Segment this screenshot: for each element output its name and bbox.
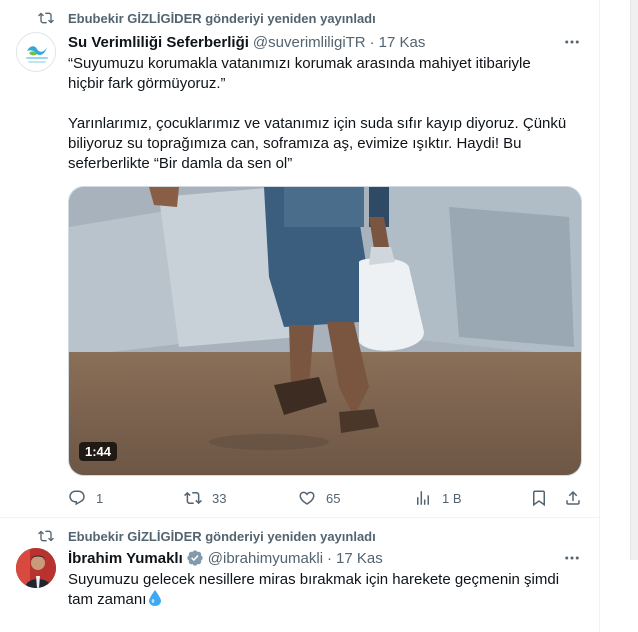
tweet-header: İbrahim Yumaklı @ibrahimyumakli · 17 Kas (68, 548, 383, 568)
reply-count: 1 (96, 490, 104, 506)
timestamp[interactable]: 17 Kas (336, 550, 383, 567)
logo-icon (26, 46, 48, 63)
more-button[interactable] (562, 548, 582, 568)
separator-dot: · (369, 33, 375, 51)
author-name[interactable]: İbrahim Yumaklı (68, 550, 183, 567)
action-bar: 1 33 65 1 B (68, 488, 582, 508)
more-icon (565, 40, 579, 44)
tweet-text: “Suyumuzu korumakla vatanımızı korumak a… (68, 54, 568, 174)
text-line: seferberlikte “Bir damla da sen ol” (68, 155, 293, 172)
reply-button[interactable]: 1 (68, 488, 103, 508)
repost-context[interactable]: Ebubekir GİZLİGİDER gönderiyi yeniden ya… (38, 9, 376, 27)
tweet[interactable]: Ebubekir GİZLİGİDER gönderiyi yeniden ya… (0, 0, 600, 518)
timestamp[interactable]: 17 Kas (379, 34, 426, 51)
repost-icon (184, 491, 202, 505)
timeline: Ebubekir GİZLİGİDER gönderiyi yeniden ya… (0, 0, 600, 632)
tweet-header: Su Verimliliği Seferberliği @suverimlili… (68, 32, 425, 52)
video-thumbnail (69, 187, 581, 475)
repost-count: 33 (212, 490, 227, 506)
like-button[interactable]: 65 (298, 488, 340, 508)
avatar[interactable] (16, 32, 56, 72)
text-line: tam zamanı (68, 591, 147, 608)
author-name[interactable]: Su Verimliliği Seferberliği (68, 34, 249, 51)
repost-label: Ebubekir GİZLİGİDER gönderiyi yeniden ya… (68, 10, 376, 26)
share-icon (566, 490, 580, 505)
author-handle[interactable]: @ibrahimyumakli (208, 550, 323, 567)
video-player[interactable]: 1:44 (68, 186, 582, 476)
text-line-with-emoji: tam zamanı (68, 590, 568, 610)
video-duration: 1:44 (79, 442, 118, 461)
tweet-text: Suyumuzu gelecek nesillere miras bırakma… (68, 570, 568, 610)
repost-icon (38, 528, 54, 544)
text-line: Suyumuzu gelecek nesillere miras bırakma… (68, 571, 560, 588)
avatar[interactable] (16, 548, 56, 588)
repost-button[interactable]: 33 (184, 488, 226, 508)
like-count: 65 (326, 490, 341, 506)
text-line: biliyoruz su toprağımıza can, soframıza … (68, 135, 522, 152)
separator-dot: · (327, 549, 333, 567)
views-button[interactable]: 1 B (414, 488, 462, 508)
text-line: “Suyumuzu korumakla vatanımızı korumak a… (68, 55, 531, 72)
profile-photo (16, 548, 56, 588)
repost-context[interactable]: Ebubekir GİZLİGİDER gönderiyi yeniden ya… (38, 527, 376, 545)
repost-label: Ebubekir GİZLİGİDER gönderiyi yeniden ya… (68, 528, 376, 544)
more-button[interactable] (562, 32, 582, 52)
views-icon (417, 491, 429, 505)
like-icon (299, 491, 315, 505)
verified-icon (186, 549, 204, 567)
text-line: Yarınlarımız, çocuklarımız ve vatanımız … (68, 115, 567, 132)
repost-icon (38, 10, 54, 26)
scrollbar[interactable] (630, 0, 638, 560)
more-icon (565, 556, 579, 560)
water-drop-icon (149, 590, 162, 606)
reply-icon (69, 490, 85, 506)
bookmark-icon (533, 490, 545, 507)
bookmark-button[interactable] (530, 488, 548, 508)
views-count: 1 B (442, 490, 462, 506)
author-handle[interactable]: @suverimliligiTR (253, 34, 366, 51)
text-line: hiçbir fark görmüyoruz.” (68, 75, 226, 92)
share-button[interactable] (564, 488, 582, 508)
